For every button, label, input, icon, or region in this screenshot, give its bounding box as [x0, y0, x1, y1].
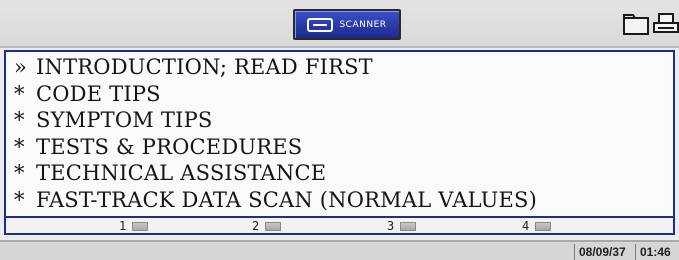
- status-date: 08/09/37: [574, 244, 626, 260]
- softkey-indicator: [400, 221, 417, 231]
- softkey-label: 1: [119, 219, 127, 233]
- menu-item-code-tips[interactable]: * CODE TIPS: [14, 81, 673, 108]
- softkey-bar: 1 2 3 4: [4, 218, 675, 235]
- menu-item-technical-assistance[interactable]: * TECHNICAL ASSISTANCE: [14, 160, 673, 187]
- selection-marker: »: [14, 55, 28, 79]
- softkey-1[interactable]: 1: [119, 219, 149, 233]
- menu-item-label: TECHNICAL ASSISTANCE: [36, 161, 327, 185]
- menu-item-label: TESTS & PROCEDURES: [36, 134, 303, 159]
- main-menu: » INTRODUCTION; READ FIRST * CODE TIPS * SY…: [4, 50, 675, 218]
- softkey-indicator: [535, 221, 552, 231]
- menu-item-label: SYMPTOM TIPS: [36, 108, 213, 132]
- softkey-3[interactable]: 3: [387, 219, 417, 233]
- menu-item-introduction[interactable]: » INTRODUCTION; READ FIRST: [14, 54, 673, 81]
- bullet-marker: *: [14, 161, 25, 185]
- softkey-2[interactable]: 2: [252, 219, 282, 233]
- status-bar: 08/09/37 01:46: [0, 240, 679, 260]
- scanner-logo-label: SCANNER: [339, 19, 387, 30]
- menu-item-label: FAST-TRACK DATA SCAN (NORMAL VALUES): [36, 187, 537, 212]
- scanner-logo-button[interactable]: SCANNER: [293, 9, 401, 40]
- softkey-label: 4: [522, 219, 530, 233]
- menu-item-label: CODE TIPS: [36, 81, 161, 106]
- bullet-marker: *: [14, 81, 25, 106]
- menu-item-symptom-tips[interactable]: * SYMPTOM TIPS: [14, 107, 673, 134]
- printer-icon[interactable]: [653, 13, 679, 35]
- menu-item-tests-procedures[interactable]: * TESTS & PROCEDURES: [14, 134, 673, 161]
- scanner-chip-icon: [307, 17, 334, 32]
- top-toolbar: SCANNER: [0, 0, 679, 48]
- menu-item-fast-track-data-scan[interactable]: * FAST-TRACK DATA SCAN (NORMAL VALUES): [14, 187, 673, 214]
- folder-icon[interactable]: [623, 13, 650, 35]
- status-time: 01:46: [635, 244, 671, 260]
- scanner-screen: SCANNER » INTRODUCTION; READ FIRST * CODE …: [0, 0, 679, 260]
- bullet-marker: *: [14, 187, 25, 212]
- softkey-indicator: [265, 221, 282, 231]
- bullet-marker: *: [14, 108, 25, 132]
- menu-item-label: INTRODUCTION; READ FIRST: [36, 55, 373, 79]
- softkey-4[interactable]: 4: [522, 219, 552, 233]
- softkey-indicator: [132, 221, 149, 231]
- bullet-marker: *: [14, 134, 25, 159]
- softkey-label: 3: [387, 219, 395, 233]
- softkey-label: 2: [252, 219, 260, 233]
